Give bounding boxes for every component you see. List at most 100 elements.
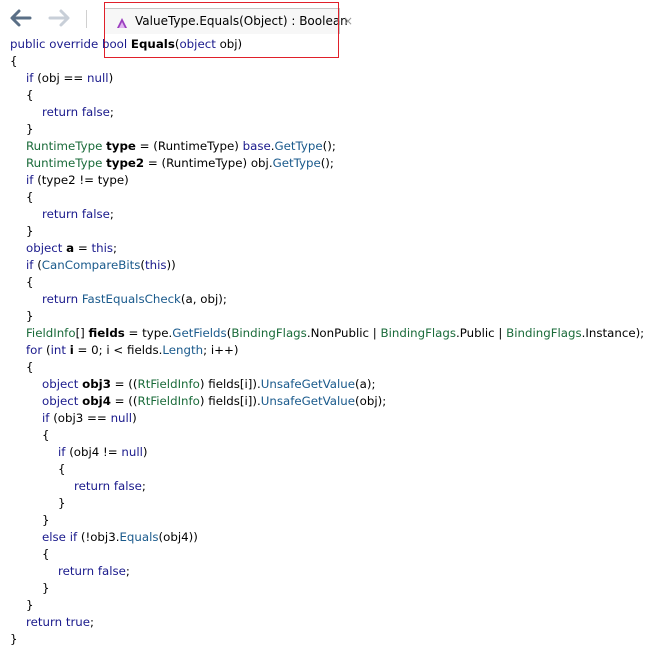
code-line: return false; <box>10 478 644 495</box>
code-line: object obj3 = ((RtFieldInfo) fields[i]).… <box>10 376 644 393</box>
code-token: ; <box>141 479 146 493</box>
code-token: .Public | <box>456 326 507 340</box>
code-line: return false; <box>10 206 644 223</box>
code-token: object <box>42 377 83 391</box>
code-token: .Instance); <box>581 326 645 340</box>
code-token: return <box>58 564 98 578</box>
code-line: } <box>10 580 644 597</box>
code-line: } <box>10 512 644 529</box>
code-line: } <box>10 121 644 138</box>
code-token: Equals <box>130 37 175 51</box>
code-token: (); <box>322 139 336 153</box>
code-token: (!obj3. <box>80 530 120 544</box>
code-line: RuntimeType type2 = (RuntimeType) obj.Ge… <box>10 155 644 172</box>
code-token: null <box>110 411 133 425</box>
code-token: RuntimeType <box>166 156 243 170</box>
code-token: ; i++) <box>203 343 239 357</box>
code-line: public override bool Equals(object obj) <box>10 36 644 53</box>
code-token: null <box>121 445 143 459</box>
code-token: (obj4 != <box>69 445 122 459</box>
code-token: if <box>58 445 70 459</box>
code-line: { <box>10 546 644 563</box>
code-token: )) <box>166 258 176 272</box>
code-token: a <box>66 241 75 255</box>
code-token: return <box>42 207 82 221</box>
toolbar: ValueType.Equals(Object) : Boolean × <box>0 0 658 36</box>
code-line: for (int i = 0; i < fields.Length; i++) <box>10 342 644 359</box>
back-button[interactable] <box>6 6 34 30</box>
code-token: { <box>26 190 34 204</box>
code-token: this <box>91 241 113 255</box>
code-token: if <box>26 71 38 85</box>
code-line: { <box>10 53 644 70</box>
code-token: CanCompareBits <box>41 258 141 272</box>
code-token: if <box>26 258 38 272</box>
code-token: BindingFlags <box>231 326 307 340</box>
tab-valuetype-equals[interactable]: ValueType.Equals(Object) : Boolean × <box>104 8 353 34</box>
code-token: object <box>179 37 220 51</box>
code-token: { <box>26 360 34 374</box>
code-token: FieldInfo <box>26 326 76 340</box>
code-line: { <box>10 427 644 444</box>
code-token: (a); <box>355 377 376 391</box>
close-icon[interactable]: × <box>343 14 353 28</box>
code-token: (obj3 == <box>53 411 111 425</box>
code-token: obj3 <box>82 377 111 391</box>
code-line: if (type2 != type) <box>10 172 644 189</box>
code-token: false <box>81 207 110 221</box>
code-token: GetType <box>274 139 323 153</box>
code-line: return FastEqualsCheck(a, obj); <box>10 291 644 308</box>
code-token: (obj4)) <box>158 530 198 544</box>
code-token: if <box>42 411 54 425</box>
code-token: = 0; i < fields. <box>73 343 163 357</box>
code-token: else if <box>42 530 81 544</box>
code-token: return <box>26 615 66 629</box>
code-token: false <box>97 564 126 578</box>
code-line: object a = this; <box>10 240 644 257</box>
code-token: false <box>113 479 142 493</box>
code-token: ) <box>132 411 137 425</box>
code-token: return <box>74 479 114 493</box>
code-token: = ( <box>135 139 158 153</box>
code-line: { <box>10 189 644 206</box>
code-line: } <box>10 223 644 240</box>
code-token: Length <box>162 343 204 357</box>
code-token: for <box>26 343 46 357</box>
code-line: { <box>10 359 644 376</box>
code-token: ; <box>109 207 114 221</box>
code-token: bool <box>101 37 131 51</box>
code-token: } <box>26 598 34 612</box>
code-line: RuntimeType type = (RuntimeType) base.Ge… <box>10 138 644 155</box>
code-token: return <box>42 105 82 119</box>
code-token: if <box>26 173 38 187</box>
code-token: = (( <box>110 394 138 408</box>
code-token: false <box>81 105 110 119</box>
code-token: base <box>242 139 271 153</box>
back-arrow-icon <box>10 9 32 27</box>
code-token: public override <box>10 37 102 51</box>
code-token: ; <box>125 564 130 578</box>
code-token: ) <box>108 71 114 85</box>
code-token: = ( <box>144 156 167 170</box>
tab-label: ValueType.Equals(Object) : Boolean <box>135 14 348 28</box>
code-token: [] <box>75 326 89 340</box>
code-token: ; <box>113 241 117 255</box>
toolbar-divider <box>86 10 87 28</box>
forward-button[interactable] <box>46 6 74 30</box>
code-token: BindingFlags <box>380 326 456 340</box>
code-line: object obj4 = ((RtFieldInfo) fields[i]).… <box>10 393 644 410</box>
code-line: } <box>10 308 644 325</box>
code-token: Equals <box>119 530 159 544</box>
code-token: = (( <box>110 377 138 391</box>
code-line: if (CanCompareBits(this)) <box>10 257 644 274</box>
code-token: RtFieldInfo <box>137 394 200 408</box>
code-token: return <box>42 292 82 306</box>
code-token: ; <box>90 615 95 629</box>
code-line: } <box>10 495 644 512</box>
code-token: } <box>26 224 34 238</box>
code-token: { <box>58 462 66 476</box>
code-line: } <box>10 597 644 614</box>
code-line: { <box>10 87 644 104</box>
code-line: } <box>10 631 644 648</box>
code-token: { <box>42 428 50 442</box>
